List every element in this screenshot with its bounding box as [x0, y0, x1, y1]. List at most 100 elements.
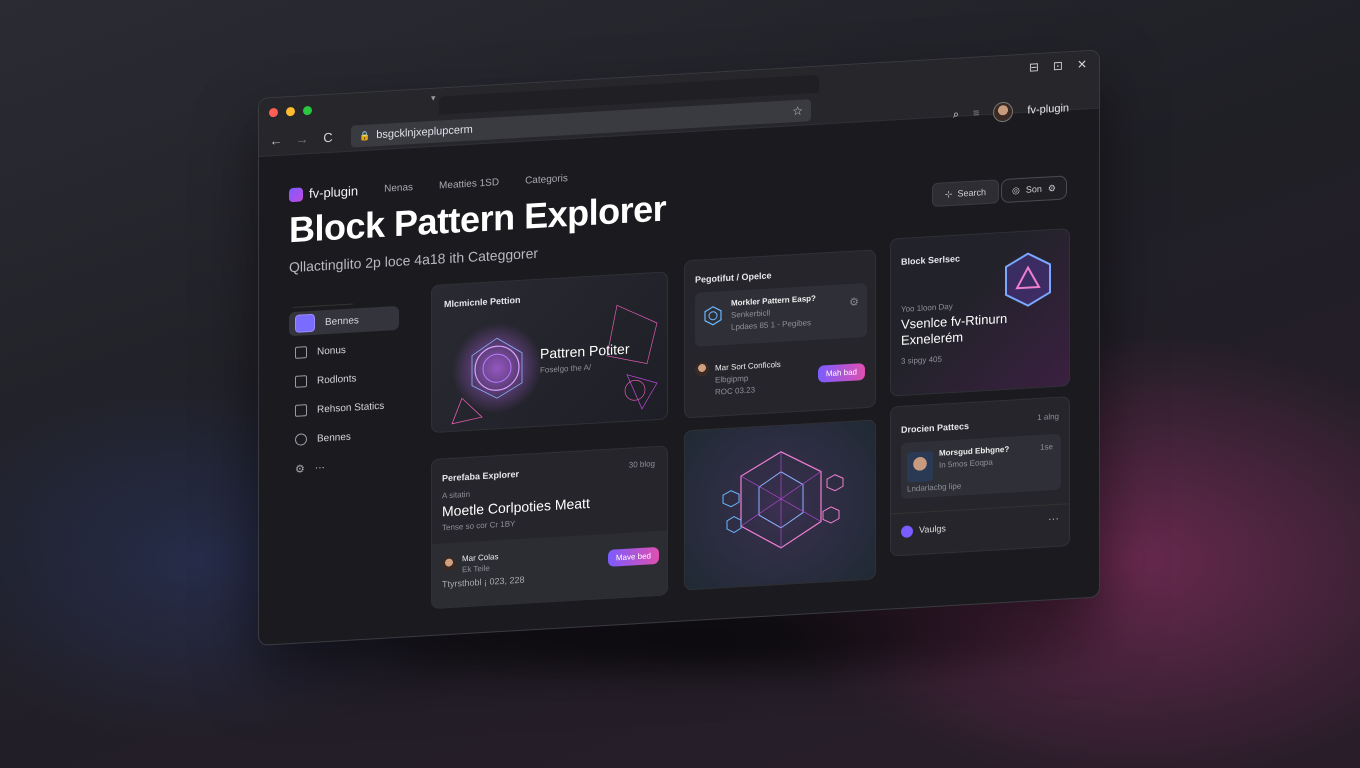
brand[interactable]: fv-plugin [289, 183, 358, 202]
pattern-item[interactable]: Morsgud Ebhgne? In 5mos Eoqpa 1se Lndarl… [901, 433, 1061, 499]
pattern-item[interactable]: Morkler Pattern Easp? Senkerbicll Lpdaes… [695, 282, 867, 347]
card-title: Mlcmicnle Pettion [444, 294, 521, 310]
sidebar-item-bennes-2[interactable]: Bennes [289, 422, 399, 452]
tab-caret-icon[interactable]: ▾ [431, 93, 436, 104]
card-subtext-2: Tense so cor Cr 1BY [442, 519, 516, 533]
card-meta: 1 alng [1037, 411, 1059, 423]
plugin-icon [901, 525, 913, 538]
sidebar-item-rehson-statics[interactable]: Rehson Statics [289, 393, 399, 423]
restore-icon[interactable]: ⊡ [1053, 59, 1063, 74]
page-icon [295, 346, 307, 359]
nav-link-3[interactable]: Categoris [525, 173, 568, 186]
card-meta: 30 blog [628, 459, 655, 470]
card-title: Pegotifut / Opelce [695, 270, 772, 285]
menu-icon[interactable]: ⊟ [1029, 60, 1039, 75]
sidebar-item-label: Rehson Statics [317, 400, 385, 416]
traffic-lights [269, 105, 312, 118]
card-tag: Yoo 1loon Day [901, 301, 953, 314]
author-sub: Ek Teile [462, 563, 490, 575]
nav-link-2[interactable]: Meatties 1SD [439, 177, 499, 191]
card-title: Perefaba Explorer [442, 468, 520, 484]
card-footer: Mar Colas Ek Teile Ttyrsthobl ¡ 023, 228… [432, 530, 668, 610]
avatar [695, 361, 709, 377]
search-button-label: Search [957, 187, 986, 199]
url-bar[interactable]: 🔒 bsgcklnjxeplupcerm ☆ [351, 99, 811, 148]
brand-name: fv-plugin [309, 183, 359, 202]
browser-window: ▾ ← → C ⋮ 🔒 bsgcklnjxeplupcerm ☆ ⊟ ⊡ ✕ ⌕… [258, 49, 1100, 647]
footer-label: Vaulgs [919, 523, 946, 535]
sidebar-item-nonus[interactable]: Nonus [289, 335, 399, 365]
avatar[interactable] [993, 101, 1014, 123]
pattern-item-meta: Lpdaes 85 1 - Pegibes [731, 318, 812, 332]
more-options-icon[interactable]: ··· [1048, 513, 1059, 526]
url-text: bsgcklnjxeplupcerm [376, 123, 473, 142]
card-drocien-pattecs[interactable]: Drocien Pattecs 1 alng Morsgud Ebhgne? I… [890, 396, 1070, 557]
sort-button[interactable]: ◎ Son ⚙ [1001, 175, 1067, 204]
author-date: ROC 03.23 [715, 385, 756, 397]
sidebar-item-label: Bennes [325, 314, 359, 328]
card-footer: Vaulgs ··· [891, 503, 1070, 557]
bookmark-star-icon[interactable]: ☆ [792, 104, 803, 119]
sidebar-item-label: Rodlonts [317, 372, 357, 387]
pattern-item-foot: Lndarlacbg lipe [907, 481, 962, 494]
circle-icon [295, 433, 307, 446]
card-headline: Vsenlce fv-Rtinurn Exnelerém [901, 310, 1008, 348]
author-name: Mar Colas [462, 552, 499, 564]
list-icon[interactable]: ≡ [973, 107, 979, 119]
polyhedron-art-icon [722, 451, 844, 549]
author-name: Mar Sort Conficols [715, 359, 781, 373]
back-icon[interactable]: ← [269, 133, 283, 150]
close-dot-icon[interactable] [269, 107, 278, 118]
lock-icon: 🔒 [359, 130, 371, 141]
maximize-dot-icon[interactable] [303, 105, 312, 116]
settings-icon[interactable]: ⚙ [849, 295, 859, 309]
brand-logo-icon [289, 186, 303, 202]
author-date: Ttyrsthobl ¡ 023, 228 [442, 574, 525, 590]
forward-icon[interactable]: → [295, 131, 309, 148]
avatar [907, 451, 933, 483]
card-subtext: 3 sipgy 405 [901, 354, 942, 366]
search-icon[interactable]: ⌕ [953, 108, 959, 121]
reload-icon[interactable]: C [321, 130, 335, 147]
card-title: Block Serlsec [901, 253, 961, 267]
author-sub: Elbgipmp [715, 373, 749, 385]
card-block-serlsec[interactable]: Block Serlsec Yoo 1loon Day Vsenlce fv-R… [890, 228, 1070, 397]
action-button[interactable]: Mah bad [817, 363, 865, 383]
card-subtext: A sitatin [442, 489, 471, 501]
close-icon[interactable]: ✕ [1077, 57, 1087, 72]
action-button[interactable]: Mave bed [607, 546, 659, 567]
card-geometric-art[interactable] [684, 419, 876, 591]
card-pattern-potiter[interactable]: Mlcmicnle Pettion Pattren Potiter Foselg… [431, 271, 668, 434]
nav-buttons: ← → C ⋮ [269, 128, 361, 149]
card-perefaba-explorer[interactable]: Perefaba Explorer 30 blog A sitatin Moet… [431, 445, 668, 610]
nav-link-1[interactable]: Nenas [384, 182, 413, 195]
sidebar-item-label: Nonus [317, 344, 346, 358]
sidebar-item-label: ··· [314, 461, 325, 474]
pattern-item-title: Morkler Pattern Easp? [731, 293, 816, 308]
box-icon [295, 375, 307, 388]
gear-icon: ⚙ [295, 462, 305, 476]
sidebar-item-rodlonts[interactable]: Rodlonts [289, 364, 399, 394]
sidebar: Bennes Nonus Rodlonts Rehson Statics Ben… [289, 301, 399, 486]
geometric-polyhedron-icon [451, 323, 542, 425]
author-row: Mar Sort Conficols Elbgipmp ROC 03.23 [695, 360, 781, 397]
sort-button-label: Son [1025, 183, 1042, 195]
account-name[interactable]: fv-plugin [1027, 102, 1069, 116]
settings-icon: ⚙ [1047, 182, 1056, 193]
hexagon-icon [704, 306, 722, 326]
neon-hexagon-icon [1005, 252, 1051, 307]
sort-icon: ◎ [1012, 184, 1020, 196]
sidebar-item-bennes[interactable]: Bennes [289, 305, 399, 337]
pattern-item-title: Morsgud Ebhgne? [939, 444, 1010, 458]
page-subtitle: Qllactinglito 2p loce 4a18 ith Categgore… [289, 244, 539, 276]
sidebar-item-more[interactable]: ⚙ ··· [289, 451, 399, 481]
pattern-item-sub: In 5mos Eoqpa [939, 457, 993, 470]
sidebar-divider [293, 303, 353, 308]
window-controls: ⊟ ⊡ ✕ [1029, 57, 1087, 74]
card-pegotifut[interactable]: Pegotifut / Opelce Morkler Pattern Easp?… [684, 249, 876, 419]
avatar [442, 556, 456, 572]
layout-icon [295, 313, 315, 333]
search-button[interactable]: ⊹ Search [931, 179, 999, 208]
card-subtext: Foselgo the A/ [540, 362, 592, 375]
minimize-dot-icon[interactable] [286, 106, 295, 117]
